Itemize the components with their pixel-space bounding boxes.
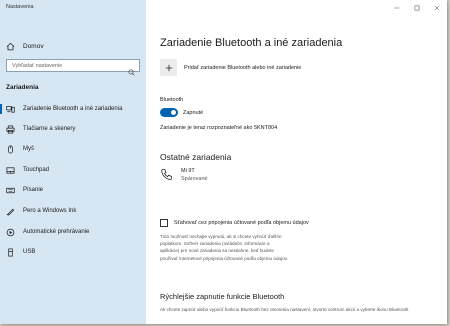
autoplay-icon (6, 228, 15, 237)
pen-icon (6, 207, 15, 216)
faster-bluetooth-description: Ak chcete zapnúť alebo vypnúť funkciu Bl… (160, 307, 410, 312)
phone-icon (160, 168, 173, 181)
add-device-box[interactable] (160, 59, 177, 76)
metered-option: Sťahovať cez pripojenia účtované podľa o… (160, 219, 309, 227)
metered-label: Sťahovať cez pripojenia účtované podľa o… (174, 220, 309, 226)
bluetooth-label: Bluetooth (160, 97, 184, 103)
settings-window: Nastavenia Domov Zariadenia Zariadenie B… (0, 0, 447, 324)
sidebar-item-label: Touchpad (23, 167, 50, 173)
sidebar-item-mouse[interactable]: Myš (0, 142, 146, 156)
app-title: Nastavenia (6, 4, 34, 10)
sidebar-item-label: Pero a Windows Ink (23, 208, 77, 214)
search-box[interactable] (6, 59, 140, 76)
toggle-state-label: Zapnuté (183, 109, 204, 116)
bluetooth-toggle-row: Zapnuté (160, 108, 203, 117)
metered-checkbox[interactable] (160, 219, 168, 227)
add-device-button[interactable]: Pridať zariadenie Bluetooth alebo iné za… (160, 59, 301, 76)
sidebar-item-autoplay[interactable]: Automatické prehrávanie (0, 225, 146, 239)
sidebar-item-label: Tlačiarne a skenery (23, 126, 76, 132)
search-icon[interactable] (128, 63, 135, 76)
sidebar-item-label: Zariadenie Bluetooth a iné zariadenia (23, 106, 123, 112)
sidebar-section-title: Zariadenia (6, 84, 39, 91)
sidebar-item-label: USB (23, 249, 36, 255)
touchpad-icon (6, 166, 15, 175)
sidebar-item-label: Automatické prehrávanie (23, 229, 90, 235)
plus-icon (165, 64, 172, 71)
add-device-label: Pridať zariadenie Bluetooth alebo iné za… (184, 64, 302, 71)
device-status: Spárované (181, 176, 208, 182)
nav-home-label: Domov (23, 42, 44, 50)
nav-home[interactable]: Domov (6, 40, 44, 52)
sidebar-item-printers[interactable]: Tlačiarne a skenery (0, 122, 146, 136)
keyboard-icon (6, 186, 15, 195)
mouse-icon (6, 145, 15, 154)
sidebar-item-typing[interactable]: Písanie (0, 183, 146, 197)
metered-description: Túto možnosť nechajte vypnutú, ak si chc… (160, 234, 288, 261)
faster-bluetooth-title: Rýchlejšie zapnutie funkcie Bluetooth (160, 292, 285, 301)
sidebar-item-label: Myš (23, 146, 34, 152)
sidebar-item-pen[interactable]: Pero a Windows Ink (0, 204, 146, 218)
sidebar-item-bluetooth[interactable]: Zariadenie Bluetooth a iné zariadenia (0, 102, 146, 116)
bluetooth-devices-icon (6, 105, 15, 114)
sidebar-item-label: Písanie (23, 187, 44, 193)
home-icon (6, 42, 15, 51)
printer-icon (6, 125, 15, 134)
device-name: Mi 9T (181, 168, 195, 174)
sidebar: Nastavenia Domov Zariadenia Zariadenie B… (0, 0, 146, 324)
device-item[interactable]: Mi 9T Spárované (160, 167, 208, 183)
device-text: Mi 9T Spárované (181, 167, 208, 183)
sidebar-item-usb[interactable]: USB (0, 245, 146, 259)
usb-icon (6, 248, 15, 257)
discoverable-text: Zariadenie je teraz rozpoznateľné ako 5K… (160, 125, 278, 131)
page-title: Zariadenie Bluetooth a iné zariadenia (160, 37, 343, 49)
search-input[interactable] (7, 62, 125, 69)
main-content: Zariadenie Bluetooth a iné zariadenia Pr… (160, 0, 447, 324)
sidebar-item-touchpad[interactable]: Touchpad (0, 163, 146, 177)
bluetooth-toggle[interactable] (160, 108, 178, 117)
other-devices-title: Ostatné zariadenia (160, 152, 232, 162)
